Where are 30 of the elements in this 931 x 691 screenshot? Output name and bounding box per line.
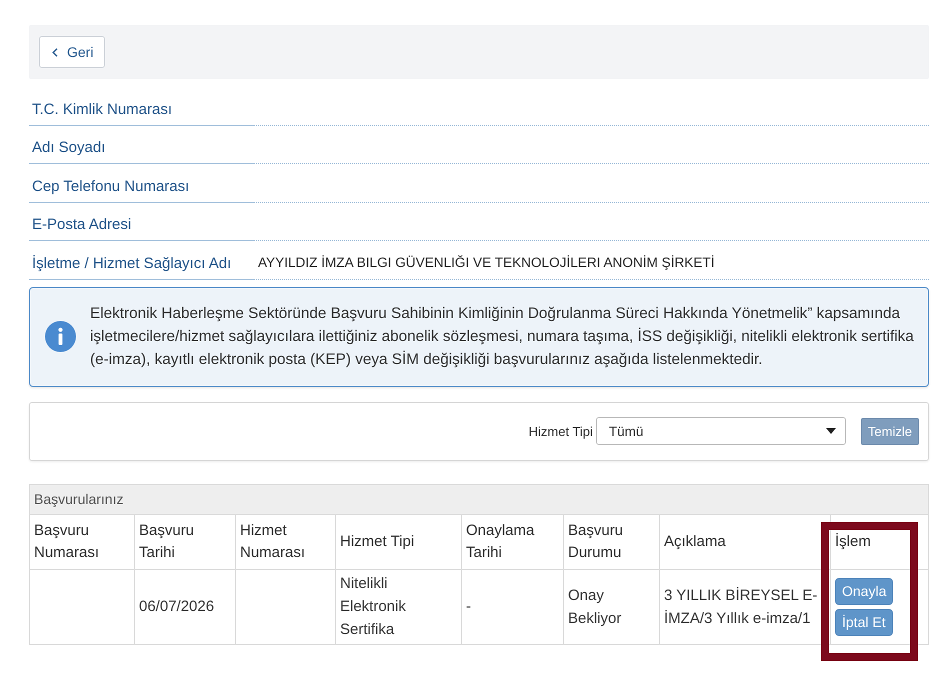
caret-down-icon xyxy=(826,428,836,434)
table-cell: Nitelikli Elektronik Sertifika xyxy=(340,575,406,638)
service-type-select[interactable]: Tümü xyxy=(596,417,846,445)
table-cell: Onay Bekliyor xyxy=(568,586,622,626)
field-label: E-Posta Adresi xyxy=(32,216,132,233)
column-header: Onaylama Tarihi xyxy=(466,522,534,560)
notice-text: Elektronik Haberleşme Sektöründe Başvuru Sahibinin Kimliğinin Doğrulanma Süreci Hakkında Yönetmelik” kapsamında işletmecilere/hizmet sağlayıcılara ilettiğiniz abonelik sözleşmesi, numara taşıma, İSS değişikliği, nitelikli elektronik sertifika (e-imza), kayıtlı elektronik posta (KEP) veya SİM değişikliği başvurularınız aşağıda listelenmektedir. xyxy=(90,304,915,370)
column-header: Başvuru Numarası xyxy=(34,522,100,560)
table-cell: 3 YILLIK BİREYSEL E-İMZA/3 Yıllık e-imza/1 xyxy=(664,586,818,626)
filter-label: Hizmet Tipi xyxy=(528,424,593,438)
clear-button[interactable]: Temizle xyxy=(860,418,919,444)
action-button[interactable]: İptal Et xyxy=(835,608,893,636)
panel-title: Başvurularınız xyxy=(29,484,929,514)
column-header: Başvuru Tarihi xyxy=(139,522,194,560)
field-label: Cep Telefonu Numarası xyxy=(32,178,190,194)
column-header: Başvuru Durumu xyxy=(568,522,624,560)
field-label: T.C. Kimlik Numarası xyxy=(32,100,172,118)
field-value: AYYILDIZ İMZA BILGI GÜVENLIĞI VE TEKNOLOJİLERI ANONİM ŞİRKETİ xyxy=(257,254,715,272)
action-button[interactable]: Onayla xyxy=(835,578,894,604)
back-button[interactable]: Geri xyxy=(39,36,106,68)
info-icon xyxy=(45,321,76,352)
table-cell: 06/07/2026 xyxy=(139,598,214,615)
field-label: İşletme / Hizmet Sağlayıcı Adı xyxy=(32,254,232,272)
column-header: Hizmet Numarası xyxy=(240,522,306,560)
chevron-left-icon xyxy=(52,48,58,56)
table-cell: - xyxy=(466,598,471,615)
column-header: Hizmet Tipi xyxy=(340,532,414,550)
column-header: Açıklama xyxy=(664,532,726,550)
column-header: İşlem xyxy=(835,532,871,550)
field-label: Adı Soyadı xyxy=(32,139,106,156)
